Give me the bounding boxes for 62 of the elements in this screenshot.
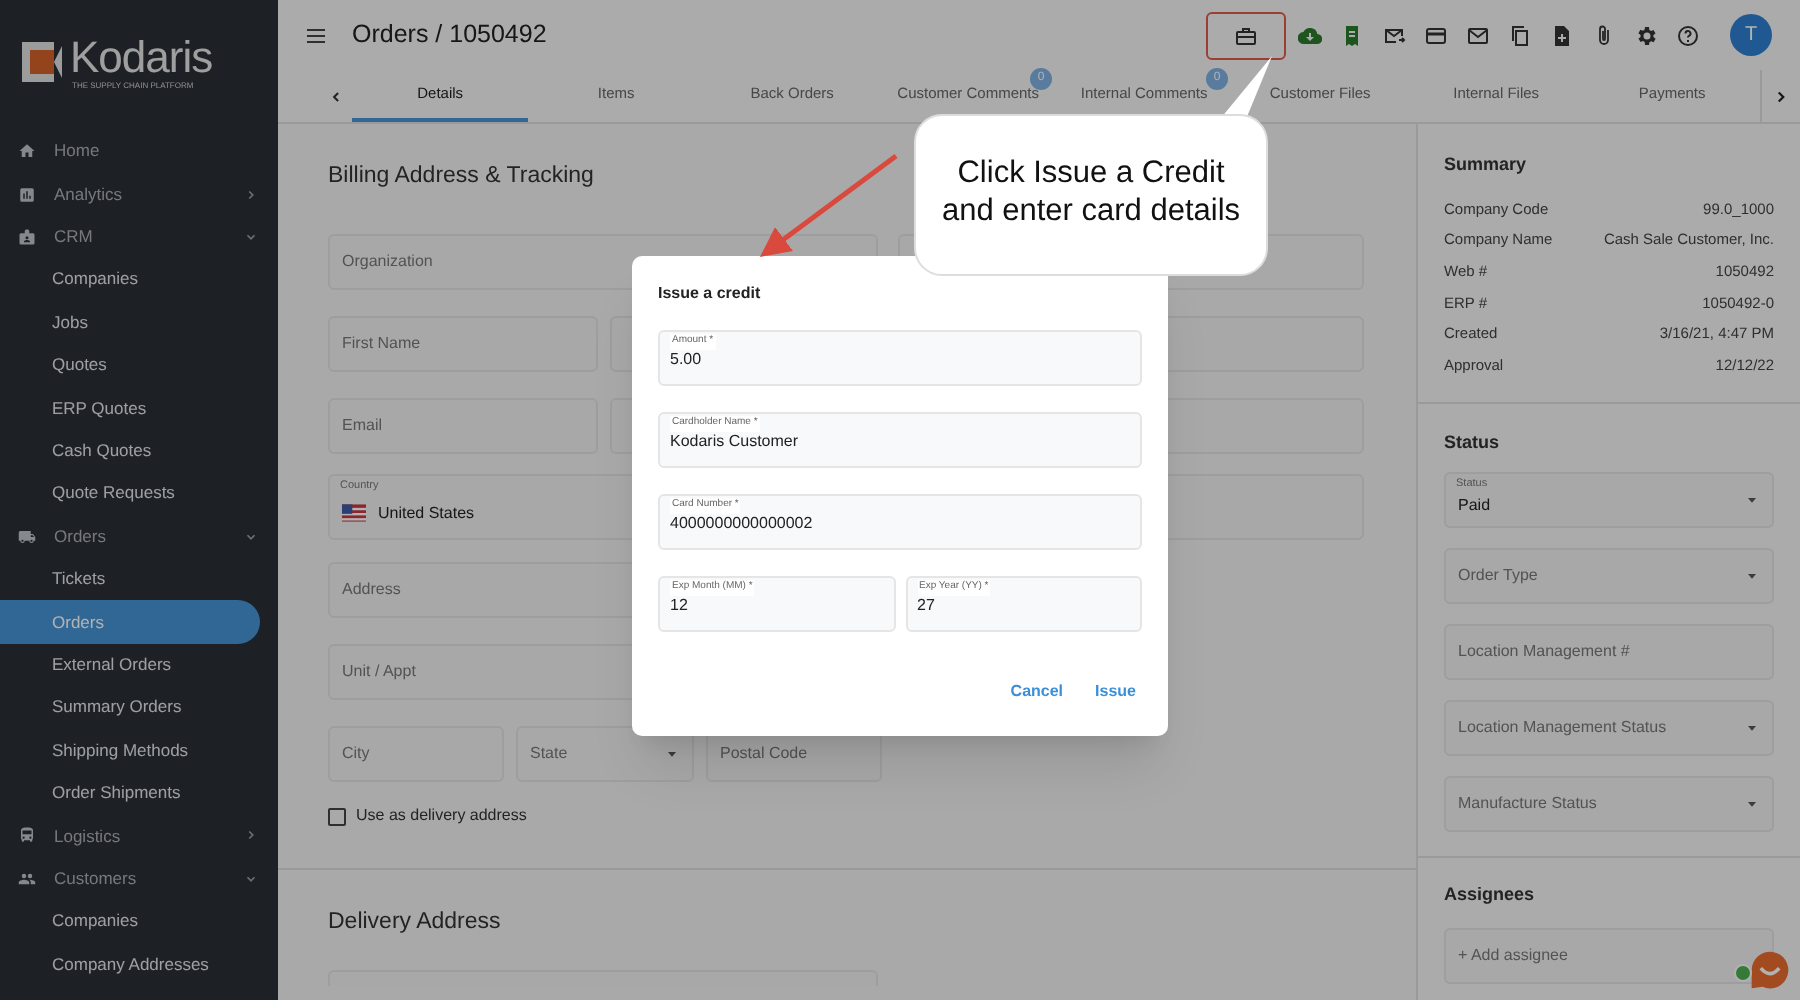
bus-icon [18,826,36,845]
id-badge-icon [18,227,36,246]
checkbox[interactable] [328,807,346,826]
assignee-field[interactable]: + Add assignee [1444,927,1774,984]
sidebar-item[interactable]: Order Shipments [0,771,260,815]
cloud-download-icon [1298,23,1322,47]
sidebar-item[interactable]: ERP Quotes [0,386,260,430]
document-plus-icon [1550,23,1574,47]
input-field[interactable]: Order Type [1444,548,1774,605]
section-title: Billing Address & Tracking [328,162,594,192]
sidebar-item[interactable]: CRM [0,215,278,259]
sidebar-item[interactable]: Cash Quotes [0,429,260,473]
sidebar-item[interactable]: Orders [0,600,260,644]
callout-text: Click Issue a Credit and enter card details [939,154,1243,230]
sidebar-item[interactable]: External Orders [0,643,260,687]
input-field[interactable]: Email [328,398,598,455]
sidebar-item[interactable]: Orders [0,515,278,558]
input-field[interactable]: Location Management # [1444,624,1774,681]
sidebar-item[interactable]: Jobs [0,301,260,344]
sidebar-item[interactable]: Shipping Methods [0,728,260,772]
mail-arrow-icon [1382,23,1406,47]
sidebar-item[interactable]: Quotes [0,343,260,387]
input-field[interactable]: Manufacture Status [1444,776,1774,833]
receipt-icon [1340,23,1364,47]
sidebar-item[interactable]: Analytics [0,172,278,216]
user-avatar[interactable]: T [1730,14,1772,56]
sidebar-item[interactable]: Home [0,130,278,173]
truck-icon [18,527,36,546]
chat-bubble-icon[interactable] [1748,948,1792,992]
input-field[interactable]: State [516,726,694,783]
input-field[interactable]: City [328,726,504,783]
section-title: Summary [1444,152,1529,178]
logo-icon [20,40,64,84]
section-title: Status [1444,429,1502,456]
input-field[interactable]: First Name [328,316,598,373]
sidebar-item[interactable]: Logistics [0,814,278,858]
bar-chart-icon [18,185,36,204]
issue-button[interactable]: Issue [1091,676,1140,708]
sidebar-item[interactable]: Companies [0,900,260,943]
mail-icon [1466,23,1490,47]
page-title: Orders / 1050492 [352,18,549,53]
brand-name: Kodaris [70,35,213,79]
menu-icon[interactable] [304,23,328,47]
input-field[interactable]: Location Management Status [1444,700,1774,757]
sidebar-item[interactable]: Tickets [0,557,260,601]
cancel-button[interactable]: Cancel [1006,676,1068,708]
help-icon [1676,23,1700,47]
sidebar-item[interactable]: Quote Requests [0,472,260,516]
chevron-left-icon[interactable] [328,87,345,105]
section-title: Delivery Address [328,908,501,939]
copy-icon [1508,23,1532,47]
section-title: Assignees [1444,882,1537,909]
sidebar-item[interactable]: Companies [0,258,260,302]
sidebar-item[interactable]: Summary Orders [0,686,260,729]
credit-card-icon [1424,23,1448,47]
checkbox-label: Use as delivery address [356,804,527,829]
sidebar-item[interactable]: Customers [0,857,278,901]
us-flag-icon [342,504,366,523]
home-icon [18,142,36,161]
settings-icon [1634,23,1658,47]
sidebar-item[interactable]: Company Addresses [0,942,260,986]
people-icon [18,869,36,888]
